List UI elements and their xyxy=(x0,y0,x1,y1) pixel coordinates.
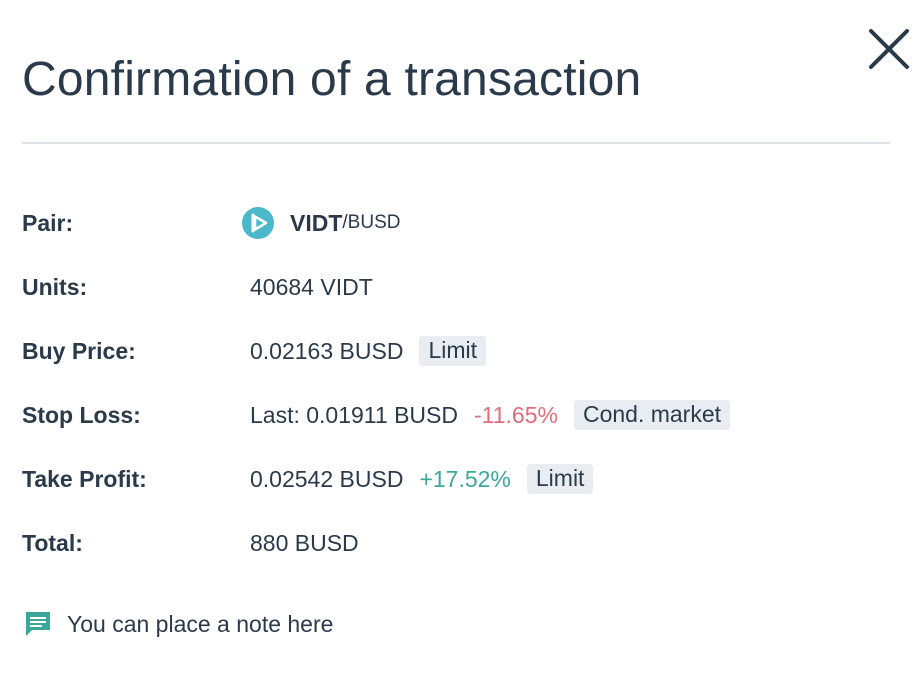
units-label: Units: xyxy=(22,273,88,300)
units-value: 40684 VIDT xyxy=(250,273,373,300)
add-note-text: You can place a note here xyxy=(67,610,334,637)
transaction-confirmation-modal: Confirmation of a transaction Pair: VIDT… xyxy=(0,0,922,678)
total-value: 880 BUSD xyxy=(250,529,359,556)
pair-value: VIDT/BUSD xyxy=(242,207,401,239)
total-row: Total: 880 BUSD xyxy=(22,527,359,559)
pair-quote-symbol: /BUSD xyxy=(342,212,401,233)
total-label: Total: xyxy=(22,529,83,556)
vidt-coin-icon xyxy=(242,207,274,239)
buy-price-label: Buy Price: xyxy=(22,337,136,364)
buy-price-order-type-badge: Limit xyxy=(419,336,486,366)
take-profit-value: 0.02542 BUSD xyxy=(250,465,404,492)
close-button[interactable] xyxy=(866,26,912,72)
stop-loss-value-group: Last: 0.01911 BUSD -11.65% Cond. market xyxy=(250,400,731,430)
modal-title: Confirmation of a transaction xyxy=(22,53,642,106)
pair-label: Pair: xyxy=(22,209,74,236)
close-icon xyxy=(869,29,909,69)
pair-base-symbol: VIDT xyxy=(290,209,343,236)
stop-loss-row: Stop Loss: Last: 0.01911 BUSD -11.65% Co… xyxy=(22,399,731,431)
comment-icon xyxy=(26,612,50,636)
take-profit-label: Take Profit: xyxy=(22,465,147,492)
stop-loss-change: -11.65% xyxy=(473,401,558,428)
pair-row: Pair: VIDT/BUSD xyxy=(22,207,400,239)
stop-loss-value: Last: 0.01911 BUSD xyxy=(250,401,458,428)
units-row: Units: 40684 VIDT xyxy=(22,271,373,303)
add-note-link[interactable]: You can place a note here xyxy=(24,610,333,638)
buy-price-value-group: 0.02163 BUSD Limit xyxy=(250,336,486,366)
take-profit-value-group: 0.02542 BUSD +17.52% Limit xyxy=(250,464,594,494)
stop-loss-label: Stop Loss: xyxy=(22,401,141,428)
take-profit-row: Take Profit: 0.02542 BUSD +17.52% Limit xyxy=(22,463,594,495)
title-divider xyxy=(22,142,890,144)
buy-price-row: Buy Price: 0.02163 BUSD Limit xyxy=(22,335,486,367)
stop-loss-order-type-badge: Cond. market xyxy=(573,400,731,430)
take-profit-order-type-badge: Limit xyxy=(526,464,594,494)
buy-price-value: 0.02163 BUSD xyxy=(250,337,404,364)
take-profit-change: +17.52% xyxy=(419,465,511,492)
